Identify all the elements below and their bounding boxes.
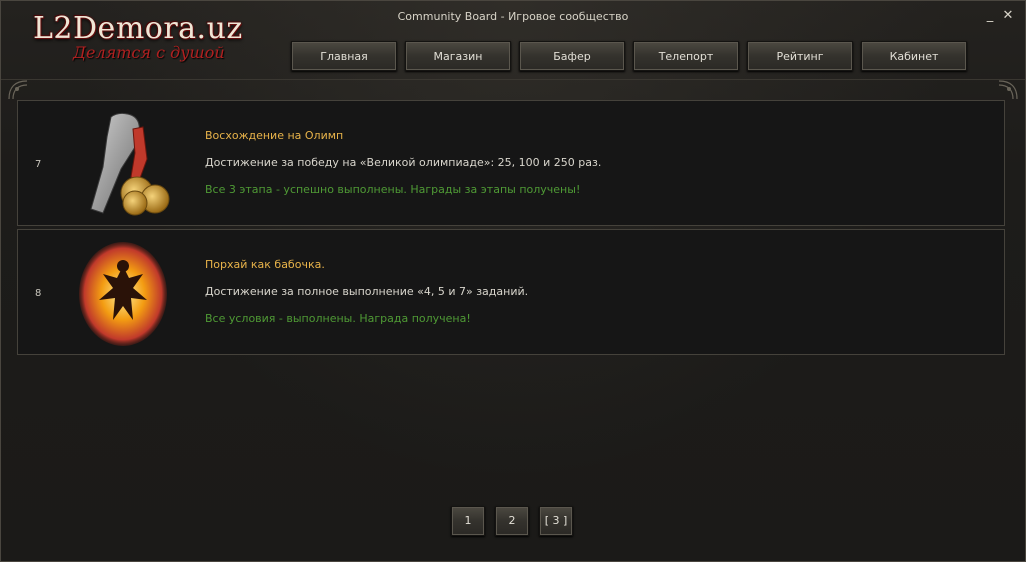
- corner-ornament-right: [998, 80, 1018, 100]
- community-board-window: Community Board - Игровое сообщество L2D…: [0, 0, 1026, 562]
- minimize-button[interactable]: _: [983, 9, 997, 23]
- achievement-row: 8 Порхай как бабочка. Достижение за полн…: [17, 229, 1005, 355]
- achievement-status: Все условия - выполнены. Награда получен…: [205, 312, 471, 325]
- main-nav: Главная Магазин Бафер Телепорт Рейтинг К…: [291, 41, 971, 73]
- achievement-title: Порхай как бабочка.: [205, 258, 325, 271]
- logo-slogan: Делятся с душой: [73, 43, 225, 62]
- pagination: 1 2 [ 3 ]: [451, 506, 591, 538]
- page-button-1[interactable]: 1: [451, 506, 485, 536]
- burning-figure-icon: [79, 242, 167, 346]
- nav-button-shop[interactable]: Магазин: [405, 41, 511, 71]
- close-button[interactable]: ✕: [1001, 9, 1015, 23]
- nav-button-teleport[interactable]: Телепорт: [633, 41, 739, 71]
- nav-button-buffer[interactable]: Бафер: [519, 41, 625, 71]
- corner-ornament-left: [8, 80, 28, 100]
- achievement-status: Все 3 этапа - успешно выполнены. Награды…: [205, 183, 581, 196]
- achievement-title: Восхождение на Олимп: [205, 129, 344, 142]
- title-bar[interactable]: Community Board - Игровое сообщество L2D…: [1, 1, 1025, 80]
- achievement-number: 7: [35, 159, 42, 170]
- page-button-2[interactable]: 2: [495, 506, 529, 536]
- server-logo: L2Demora.uz Делятся с душой: [33, 11, 263, 67]
- nav-button-cabinet[interactable]: Кабинет: [861, 41, 967, 71]
- page-button-3-current[interactable]: [ 3 ]: [539, 506, 573, 536]
- logo-main-text: L2Demora.uz: [33, 11, 243, 46]
- fist-with-medals-icon: [90, 112, 170, 216]
- achievement-list: 7 Восхождение на Олимп Достижение за поб…: [17, 100, 1005, 358]
- achievement-description: Достижение за полное выполнение «4, 5 и …: [205, 285, 529, 298]
- achievement-description: Достижение за победу на «Великой олимпиа…: [205, 156, 602, 169]
- achievement-number: 8: [35, 288, 42, 299]
- nav-button-home[interactable]: Главная: [291, 41, 397, 71]
- nav-button-rating[interactable]: Рейтинг: [747, 41, 853, 71]
- achievement-row: 7 Восхождение на Олимп Достижение за поб…: [17, 100, 1005, 226]
